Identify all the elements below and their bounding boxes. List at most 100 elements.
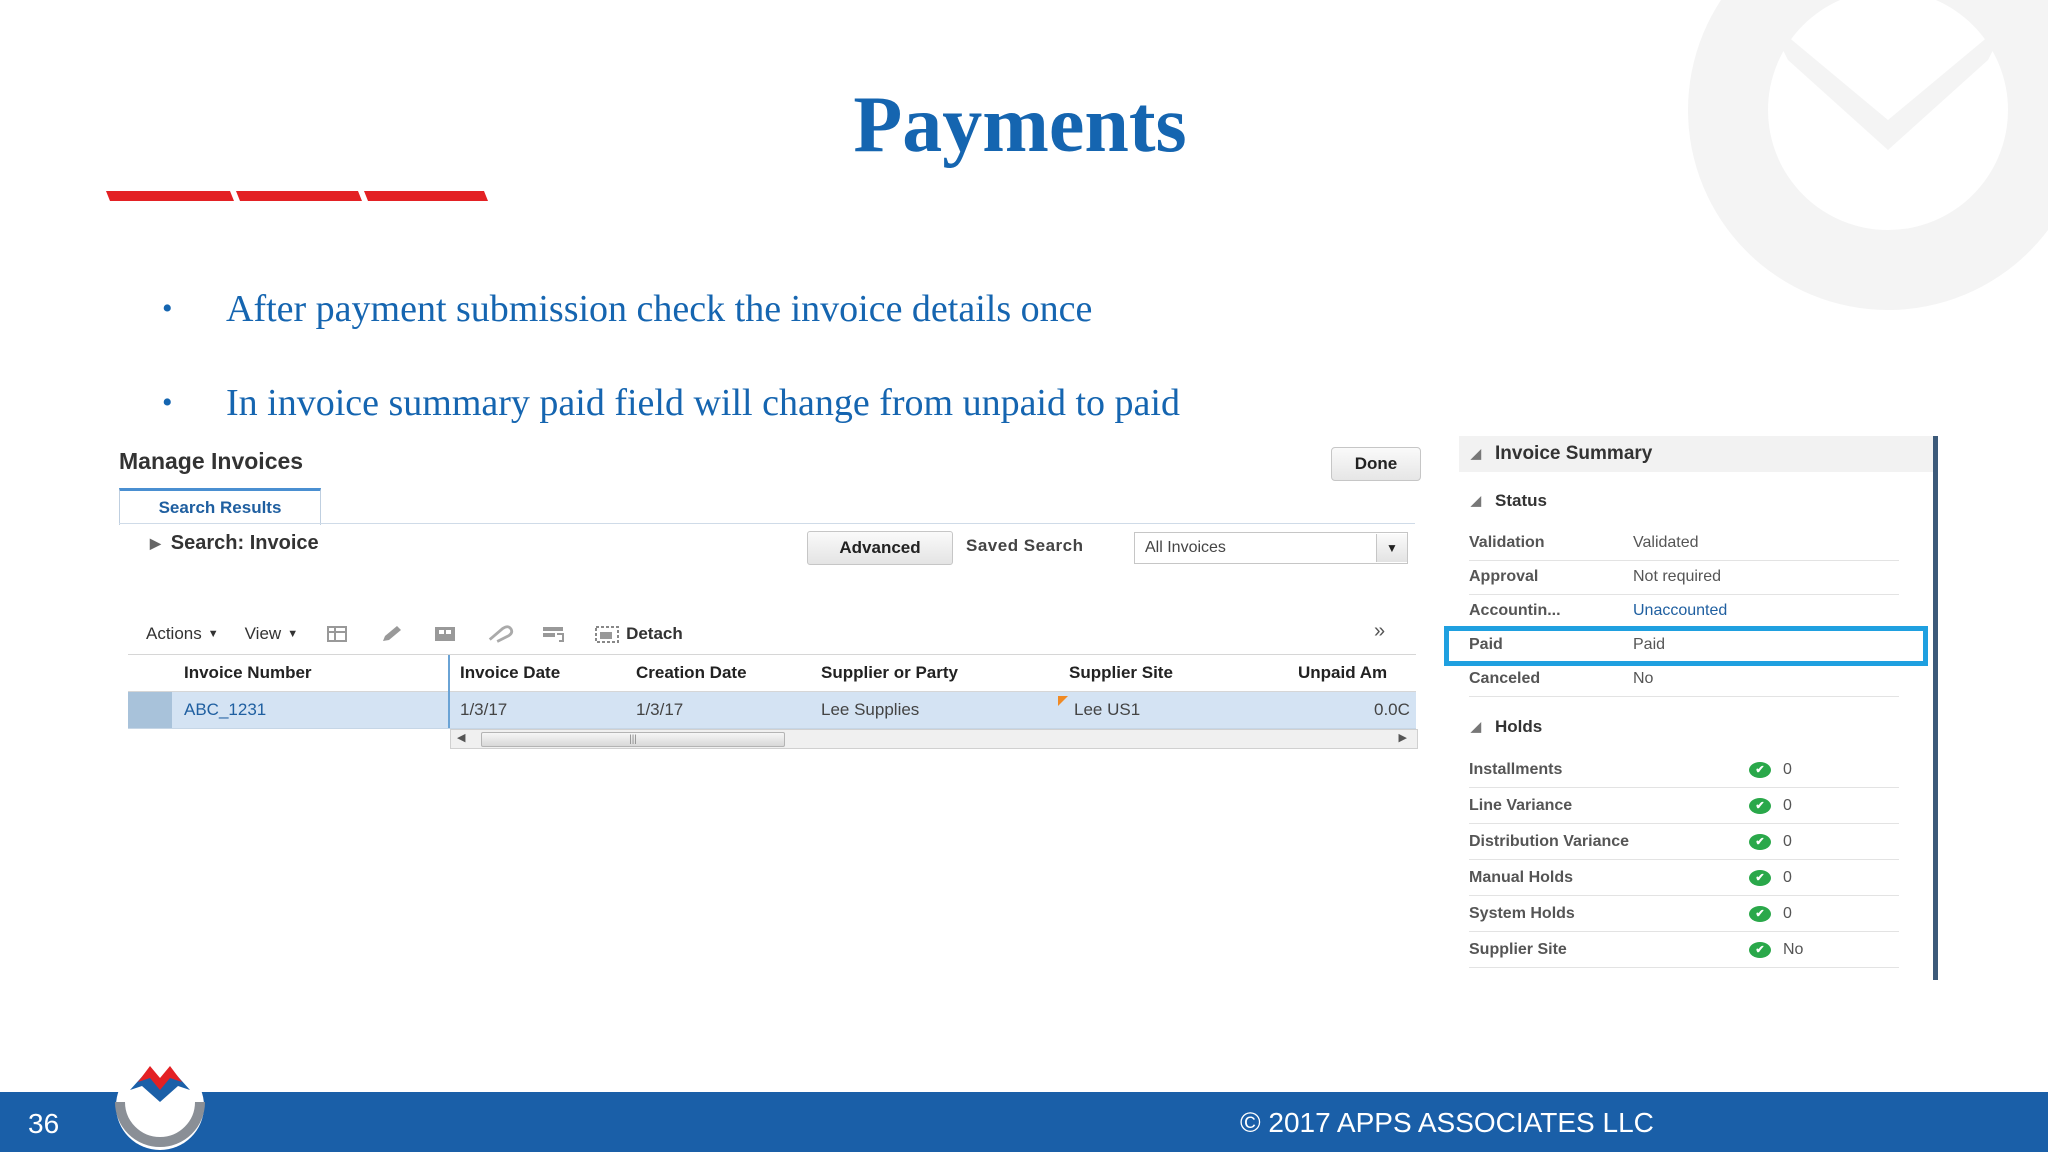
table-cell: 0.0C bbox=[1374, 700, 1410, 719]
table-header-row: Invoice Number Invoice Date Creation Dat… bbox=[128, 655, 1416, 692]
status-row: Accountin... Unaccounted bbox=[1469, 594, 1899, 629]
holds-value: No bbox=[1783, 940, 1804, 958]
table-cell: 1/3/17 bbox=[460, 700, 508, 719]
holds-row: Supplier Site ✔ No bbox=[1469, 932, 1899, 968]
tab-divider bbox=[119, 523, 1415, 524]
table-cell: 1/3/17 bbox=[636, 700, 684, 719]
collapse-triangle-icon[interactable]: ◢ bbox=[1471, 493, 1481, 509]
tab-search-results[interactable]: Search Results bbox=[119, 488, 321, 525]
bullet-item: • In invoice summary paid field will cha… bbox=[162, 381, 1180, 425]
status-row: Validation Validated bbox=[1469, 526, 1899, 561]
holds-row: Distribution Variance ✔ 0 bbox=[1469, 824, 1899, 860]
title-underline bbox=[106, 191, 488, 201]
checkmark-icon: ✔ bbox=[1749, 761, 1771, 778]
checkmark-icon: ✔ bbox=[1749, 797, 1771, 814]
wrap-icon[interactable] bbox=[540, 624, 568, 644]
export-icon[interactable] bbox=[324, 624, 352, 644]
holds-row: System Holds ✔ 0 bbox=[1469, 896, 1899, 932]
frozen-column-divider bbox=[448, 655, 450, 728]
holds-value: 0 bbox=[1783, 904, 1792, 922]
invoice-number-link[interactable]: ABC_1231 bbox=[184, 692, 444, 728]
saved-search-label: Saved Search bbox=[966, 536, 1084, 555]
attach-icon[interactable] bbox=[486, 624, 514, 644]
status-value: Not required bbox=[1633, 568, 1722, 585]
expand-triangle-icon[interactable]: ▶ bbox=[150, 535, 161, 552]
caret-down-icon: ▼ bbox=[287, 628, 299, 640]
scroll-right-icon[interactable]: ▶ bbox=[1399, 731, 1407, 744]
status-section-header[interactable]: ◢ Status bbox=[1459, 486, 1547, 516]
slide-footer bbox=[0, 1092, 2048, 1152]
collapse-triangle-icon[interactable]: ◢ bbox=[1471, 719, 1481, 735]
holds-label: Line Variance bbox=[1469, 796, 1573, 814]
saved-search-value: All Invoices bbox=[1145, 539, 1226, 556]
holds-value: 0 bbox=[1783, 832, 1792, 850]
column-header[interactable]: Invoice Date bbox=[460, 655, 630, 691]
collapse-triangle-icon[interactable]: ◢ bbox=[1471, 446, 1481, 462]
slide-title: Payments bbox=[853, 81, 1187, 169]
invoice-summary-title: Invoice Summary bbox=[1495, 443, 1653, 464]
company-logo bbox=[115, 1062, 205, 1150]
manage-invoices-title: Manage Invoices bbox=[119, 448, 304, 474]
holds-value: 0 bbox=[1783, 760, 1792, 778]
freeze-icon[interactable] bbox=[432, 624, 460, 644]
table-toolbar: Actions ▼ View ▼ Detach bbox=[146, 622, 709, 646]
column-header[interactable]: Creation Date bbox=[636, 655, 816, 691]
checkmark-icon: ✔ bbox=[1749, 905, 1771, 922]
column-header[interactable]: Supplier or Party bbox=[821, 655, 1061, 691]
column-header[interactable]: Invoice Number bbox=[184, 655, 444, 691]
bullet-dot: • bbox=[162, 386, 173, 419]
dropdown-arrow-icon[interactable]: ▼ bbox=[1376, 534, 1407, 562]
holds-row: Installments ✔ 0 bbox=[1469, 752, 1899, 788]
actions-label: Actions bbox=[146, 624, 202, 643]
saved-search-select[interactable]: All Invoices ▼ bbox=[1134, 532, 1408, 564]
table-row[interactable]: ABC_1231 1/3/17 1/3/17 Lee Supplies Lee … bbox=[128, 692, 1416, 729]
holds-section-header[interactable]: ◢ Holds bbox=[1459, 712, 1542, 742]
page-number: 36 bbox=[28, 1108, 60, 1139]
detach-button[interactable]: Detach bbox=[594, 624, 683, 644]
search-disclosure[interactable]: ▶ Search: Invoice bbox=[150, 532, 319, 555]
change-flag-icon bbox=[1058, 696, 1068, 706]
invoice-summary-panel: ◢ Invoice Summary ◢ Status Validation Va… bbox=[1459, 436, 1938, 980]
copyright-text: © 2017 APPS ASSOCIATES LLC bbox=[1240, 1107, 1654, 1138]
overflow-chevron-icon[interactable]: » bbox=[1374, 620, 1385, 643]
status-label: Accountin... bbox=[1469, 602, 1561, 619]
horizontal-scrollbar[interactable]: ◀ ||| ▶ bbox=[450, 729, 1418, 749]
holds-label: Distribution Variance bbox=[1469, 832, 1630, 850]
accounting-status-link[interactable]: Unaccounted bbox=[1633, 602, 1727, 620]
status-heading: Status bbox=[1495, 491, 1547, 510]
status-value: Validated bbox=[1633, 534, 1699, 551]
scroll-left-icon[interactable]: ◀ bbox=[457, 731, 465, 744]
status-label: Approval bbox=[1469, 568, 1539, 585]
status-row: Approval Not required bbox=[1469, 560, 1899, 595]
caret-down-icon: ▼ bbox=[207, 628, 219, 640]
row-selector[interactable] bbox=[128, 692, 172, 728]
holds-label: Manual Holds bbox=[1469, 868, 1574, 886]
checkmark-icon: ✔ bbox=[1749, 941, 1771, 958]
view-menu[interactable]: View ▼ bbox=[245, 624, 298, 644]
bullet-item: • After payment submission check the inv… bbox=[162, 287, 1092, 331]
column-header[interactable]: Unpaid Am bbox=[1298, 655, 1416, 691]
status-value: No bbox=[1633, 670, 1654, 687]
search-label: Search: Invoice bbox=[170, 532, 319, 554]
checkmark-icon: ✔ bbox=[1749, 869, 1771, 886]
holds-label: Installments bbox=[1469, 760, 1563, 778]
actions-menu[interactable]: Actions ▼ bbox=[146, 624, 219, 644]
checkmark-icon: ✔ bbox=[1749, 833, 1771, 850]
detach-label: Detach bbox=[626, 624, 683, 643]
status-row: Canceled No bbox=[1469, 662, 1899, 697]
holds-label: Supplier Site bbox=[1469, 940, 1567, 958]
bullet-text: In invoice summary paid field will chang… bbox=[226, 382, 1180, 424]
edit-icon[interactable] bbox=[378, 624, 406, 644]
holds-value: 0 bbox=[1783, 796, 1792, 814]
status-label: Validation bbox=[1469, 534, 1545, 551]
table-cell: Lee US1 bbox=[1074, 700, 1141, 719]
status-label: Canceled bbox=[1469, 670, 1541, 687]
advanced-button[interactable]: Advanced bbox=[807, 531, 953, 565]
holds-row: Line Variance ✔ 0 bbox=[1469, 788, 1899, 824]
done-button[interactable]: Done bbox=[1331, 447, 1421, 481]
holds-heading: Holds bbox=[1495, 717, 1543, 736]
invoice-summary-header[interactable]: ◢ Invoice Summary bbox=[1459, 436, 1933, 472]
bullet-text: After payment submission check the invoi… bbox=[226, 288, 1093, 330]
column-header[interactable]: Supplier Site bbox=[1069, 655, 1259, 691]
scrollbar-thumb[interactable]: ||| bbox=[481, 732, 785, 747]
